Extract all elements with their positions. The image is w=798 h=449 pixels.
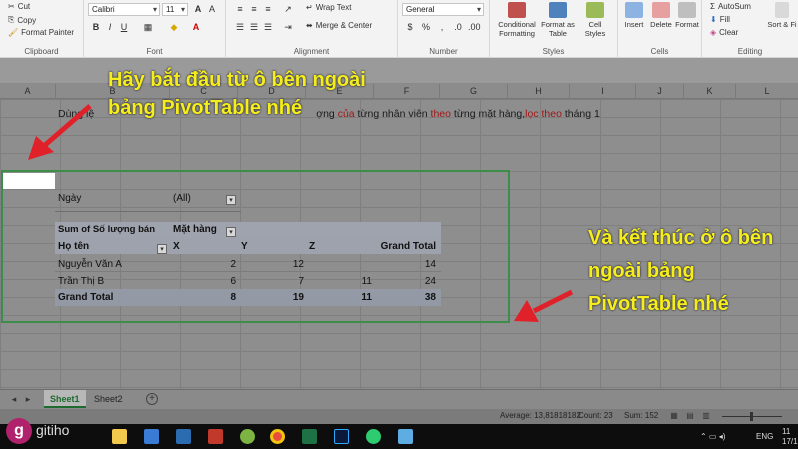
photoshop-icon[interactable] bbox=[334, 429, 349, 444]
zoom-handle[interactable] bbox=[750, 412, 753, 421]
file-explorer-icon[interactable] bbox=[112, 429, 127, 444]
chrome-icon[interactable] bbox=[270, 429, 285, 444]
sheet-tabs-bar: ◂ ▸ Sheet1 Sheet2 + bbox=[0, 389, 798, 409]
clock-date[interactable]: 17/1 bbox=[782, 437, 798, 446]
language-indicator[interactable]: ENG bbox=[756, 432, 773, 441]
tab-sheet1[interactable]: Sheet1 bbox=[44, 390, 86, 408]
arrows-overlay bbox=[28, 104, 574, 322]
line-icon[interactable] bbox=[366, 429, 381, 444]
taskbar: ⌃ ▭ ◂) ENG 11 17/1 bbox=[0, 424, 798, 449]
normal-view-icon[interactable]: ▦ bbox=[668, 410, 680, 422]
tab-sheet2[interactable]: Sheet2 bbox=[88, 390, 129, 408]
tray-icons[interactable]: ⌃ ▭ ◂) bbox=[700, 432, 725, 441]
store-icon[interactable] bbox=[144, 429, 159, 444]
status-bar: Average: 13,81818182 Count: 23 Sum: 152 … bbox=[0, 409, 798, 424]
mail-icon[interactable] bbox=[176, 429, 191, 444]
add-sheet-icon[interactable]: + bbox=[146, 393, 158, 405]
app-icon[interactable] bbox=[240, 429, 255, 444]
tab-scroll-right-icon[interactable]: ▸ bbox=[22, 393, 34, 405]
arrow-right-icon bbox=[514, 289, 574, 322]
status-average: Average: 13,81818182 bbox=[500, 411, 581, 420]
tab-scroll-left-icon[interactable]: ◂ bbox=[8, 393, 20, 405]
page-layout-icon[interactable]: ▤ bbox=[684, 410, 696, 422]
gitiho-brand-text: gitiho bbox=[36, 422, 70, 438]
excel-icon[interactable] bbox=[302, 429, 317, 444]
page-break-icon[interactable]: ▥ bbox=[700, 410, 712, 422]
media-icon[interactable] bbox=[208, 429, 223, 444]
gitiho-logo: g bbox=[6, 418, 32, 444]
photos-icon[interactable] bbox=[398, 429, 413, 444]
status-sum: Sum: 152 bbox=[624, 411, 659, 420]
arrow-top-icon bbox=[28, 104, 92, 160]
status-count: Count: 23 bbox=[578, 411, 613, 420]
clock-time[interactable]: 11 bbox=[782, 427, 790, 436]
